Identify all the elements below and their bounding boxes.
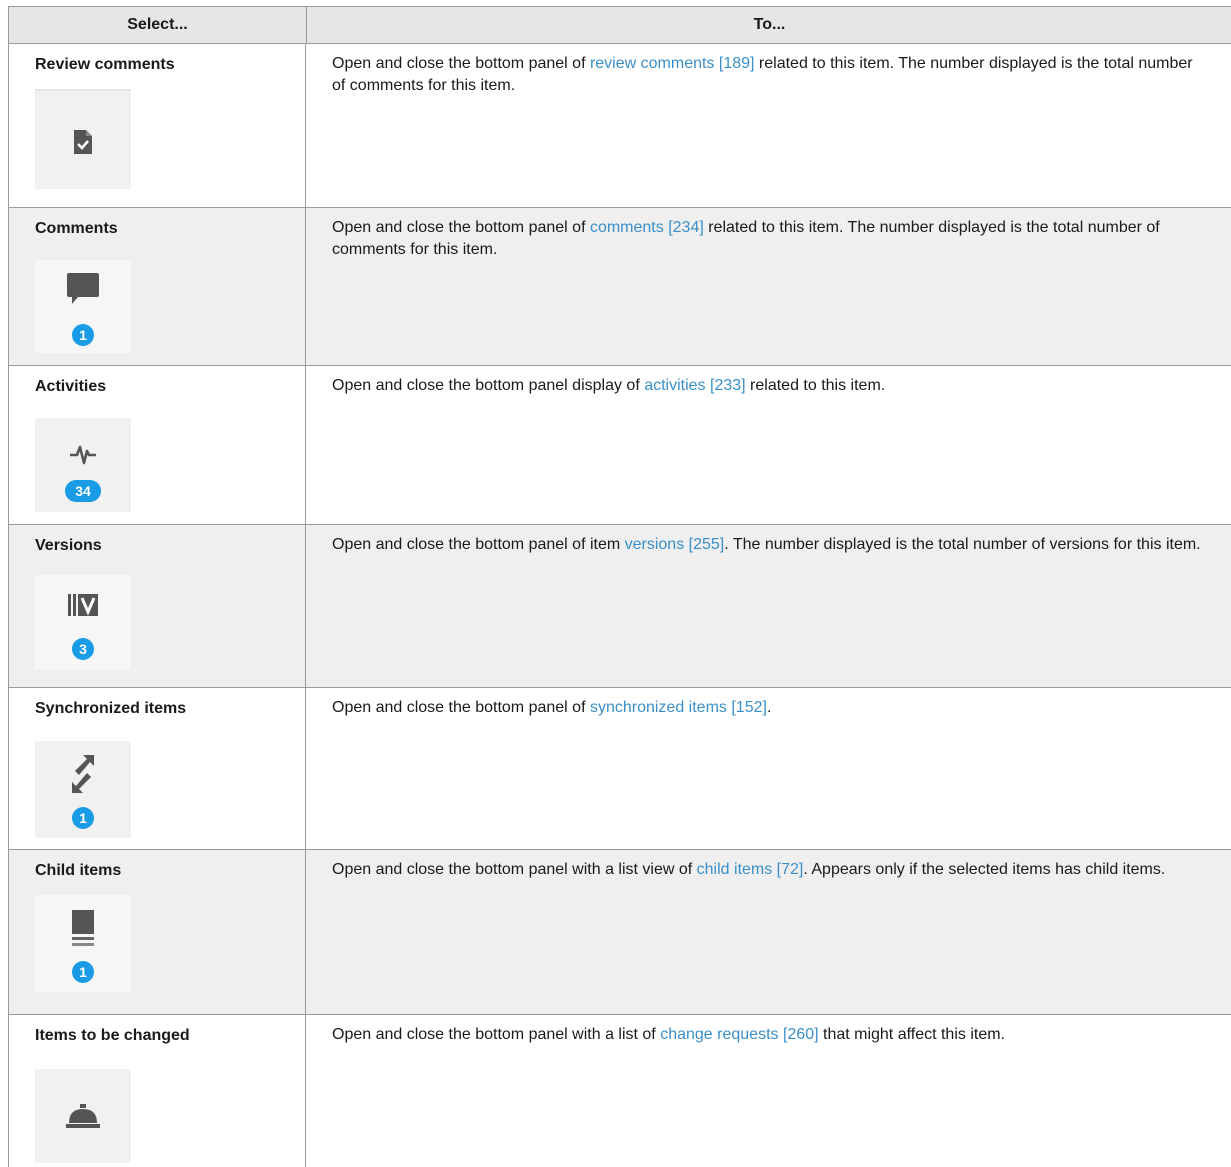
table-row: Synchronized items 1 Open and close the … [9,688,1231,850]
synchronized-items-button[interactable]: 1 [35,741,131,838]
child-items-count-badge: 1 [72,961,94,983]
description-cell: Open and close the bottom panel of synch… [306,688,1231,849]
select-cell: Items to be changed [9,1015,306,1167]
activities-count-badge: 34 [65,480,101,502]
description-text: Open and close the bottom panel with a l… [332,861,697,878]
row-label: Child items [35,862,122,879]
table-row: Review comments Open and close the botto… [9,44,1231,208]
versions-button[interactable]: 3 [35,575,131,670]
versions-icon [68,594,98,616]
review-comments-link[interactable]: review comments [189] [590,55,755,72]
description-cell: Open and close the bottom panel of item … [306,525,1231,687]
row-label: Activities [35,378,107,395]
table-row: Activities 34 Open and close the bottom … [9,366,1231,525]
activities-link[interactable]: activities [233] [644,377,745,394]
description-text: . Appears only if the selected items has… [803,861,1166,878]
table-header: Select... To... [9,7,1231,44]
select-cell: Versions 3 [9,525,306,687]
child-items-button[interactable]: 1 [35,895,131,992]
row-label: Versions [35,537,102,554]
select-cell: Synchronized items 1 [9,688,306,849]
feature-table: Select... To... Review comments Open and… [8,6,1231,1167]
description-text: Open and close the bottom panel of [332,55,590,72]
description-cell: Open and close the bottom panel of revie… [306,44,1231,207]
versions-link[interactable]: versions [255] [625,536,725,553]
speech-bubble-icon [67,273,99,304]
row-label: Comments [35,220,118,237]
comments-count-badge: 1 [72,324,94,346]
description-cell: Open and close the bottom panel display … [306,366,1231,524]
sync-arrows-icon [72,755,94,793]
header-select: Select... [9,7,307,43]
description-cell: Open and close the bottom panel with a l… [306,850,1231,1014]
table-row: Comments 1 Open and close the bottom pan… [9,208,1231,366]
table-row: Versions 3 Open and close the bottom pan… [9,525,1231,688]
activities-button[interactable]: 34 [35,418,131,512]
comments-link[interactable]: comments [234] [590,219,704,236]
service-bell-icon [66,1104,100,1128]
synchronized-items-link[interactable]: synchronized items [152] [590,699,767,716]
select-cell: Comments 1 [9,208,306,365]
select-cell: Activities 34 [9,366,306,524]
description-cell: Open and close the bottom panel with a l… [306,1015,1231,1167]
description-text: Open and close the bottom panel display … [332,377,645,394]
description-cell: Open and close the bottom panel of comme… [306,208,1231,365]
child-items-link[interactable]: child items [72] [697,861,804,878]
heartbeat-icon [70,445,96,465]
select-cell: Review comments [9,44,306,207]
comments-button[interactable]: 1 [35,260,131,353]
description-text: . [766,699,772,716]
description-text: related to this item. [745,377,886,394]
row-label: Items to be changed [35,1027,190,1044]
change-requests-link[interactable]: change requests [260] [660,1026,818,1043]
synchronized-count-badge: 1 [72,807,94,829]
row-label: Synchronized items [35,700,187,717]
review-document-check-icon [74,130,92,154]
description-text: that might affect this item. [818,1026,1005,1043]
description-text: Open and close the bottom panel of [332,219,590,236]
row-label: Review comments [35,56,175,73]
table-row: Child items 1 Open and close the bottom … [9,850,1231,1015]
items-to-be-changed-button[interactable] [35,1069,131,1163]
header-to: To... [753,16,786,33]
review-comments-button[interactable] [35,89,131,189]
description-text: Open and close the bottom panel of item [332,536,625,553]
table-row: Items to be changed Open and close the b… [9,1015,1231,1167]
description-text: Open and close the bottom panel of [332,699,590,716]
description-text: Open and close the bottom panel with a l… [332,1026,661,1043]
description-text: . The number displayed is the total numb… [724,536,1201,553]
select-cell: Child items 1 [9,850,306,1014]
versions-count-badge: 3 [72,638,94,660]
stacked-items-icon [72,910,94,946]
